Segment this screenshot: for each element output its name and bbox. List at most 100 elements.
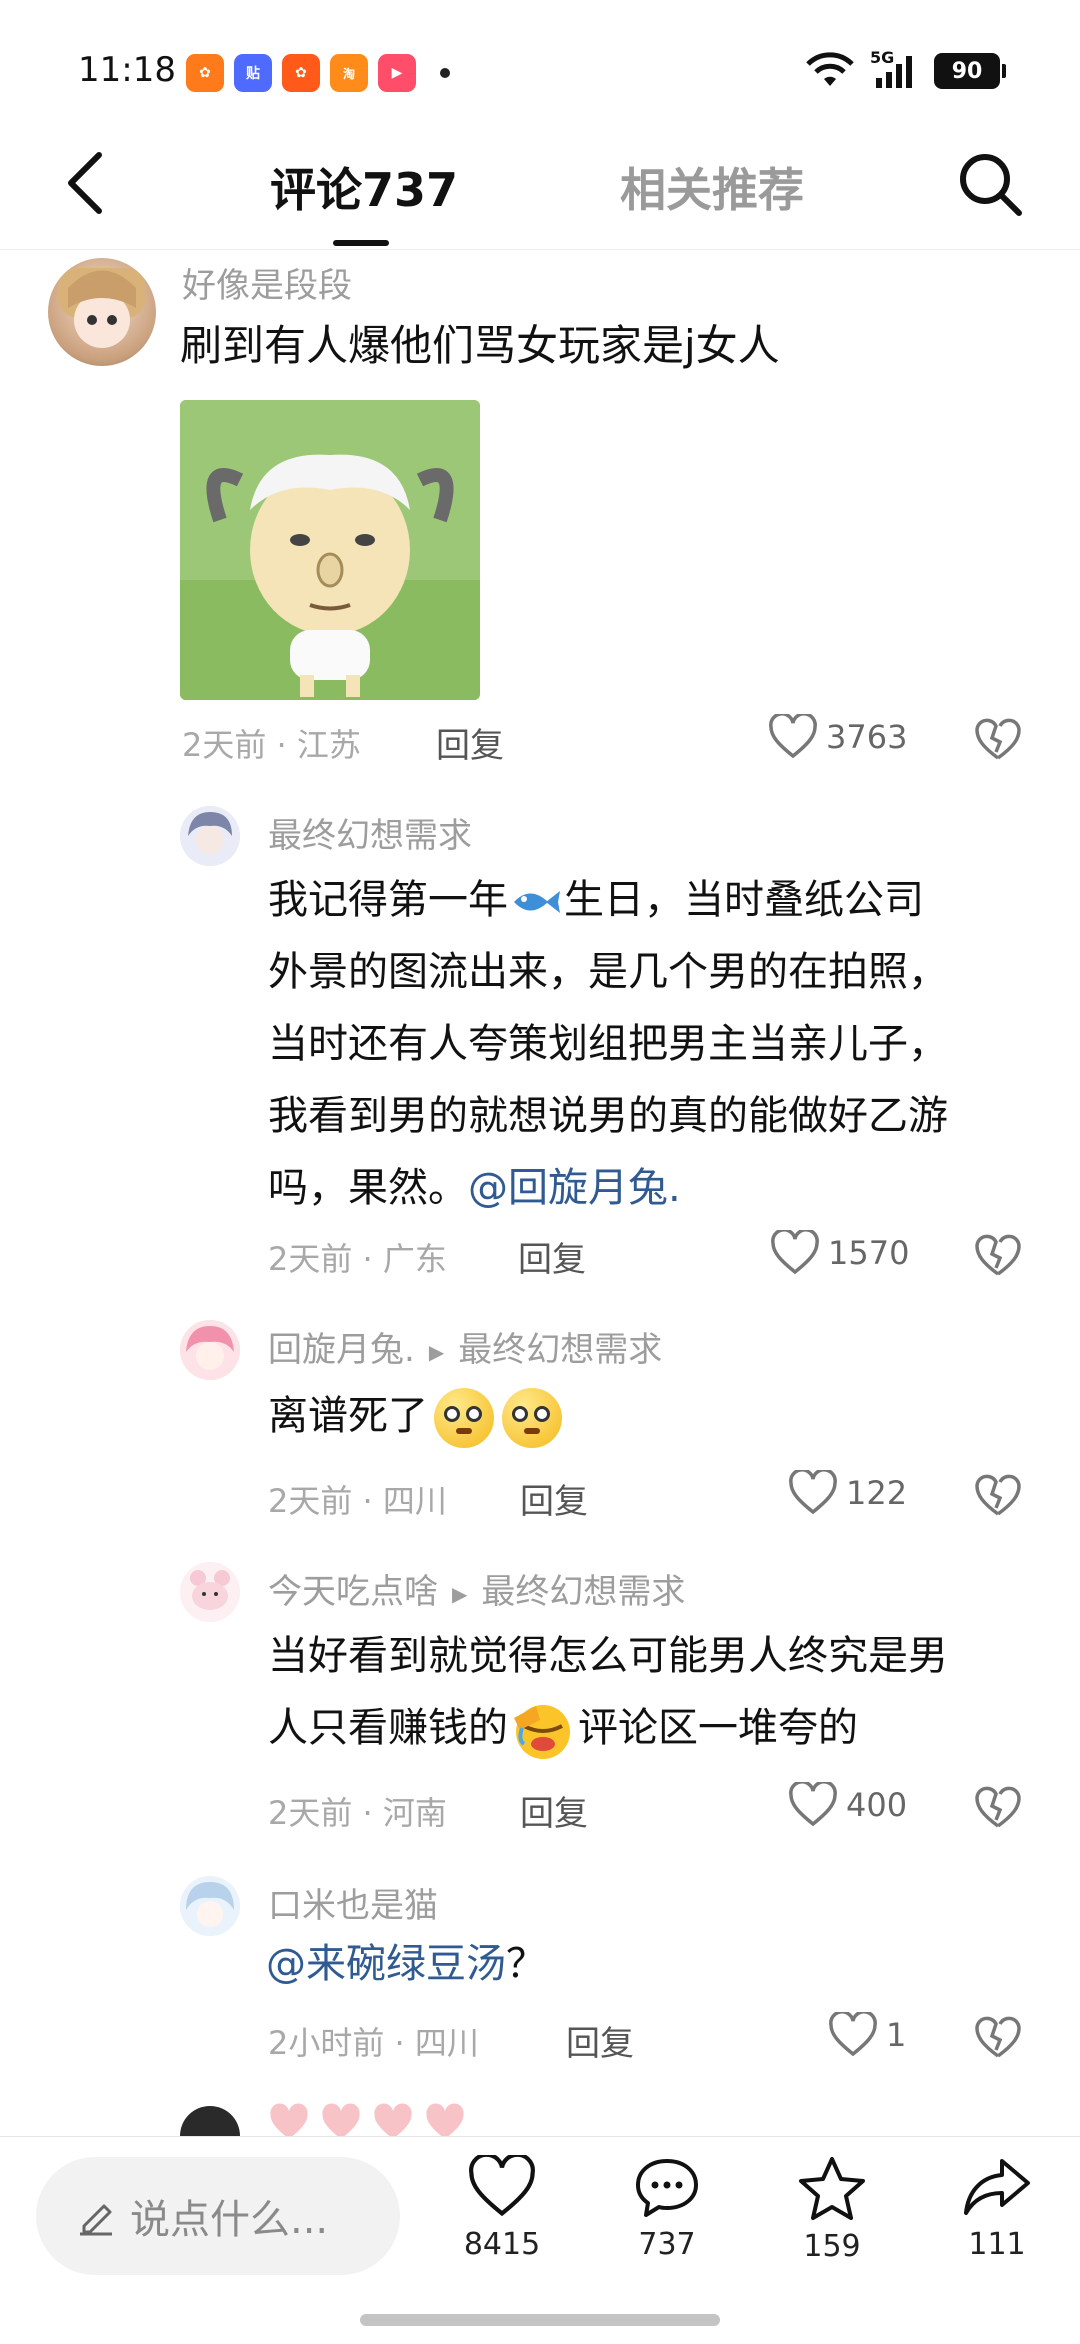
- notification-icons: ✿ 贴 ✿ 淘 ▶: [186, 54, 450, 92]
- like-button[interactable]: 400: [788, 1782, 907, 1828]
- clock: 11:18: [78, 50, 176, 90]
- like-button[interactable]: 122: [788, 1470, 907, 1516]
- comment-line: 吗，果然。: [268, 1165, 468, 1211]
- reply-button[interactable]: 回复: [518, 1232, 586, 1281]
- reply-to-username[interactable]: 最终幻想需求: [481, 1572, 685, 1612]
- like-post-count: 8415: [463, 2227, 541, 2262]
- comment-line: 我看到男的就想说男的真的能做好乙游: [268, 1093, 948, 1139]
- reply-button[interactable]: 回复: [566, 2016, 634, 2065]
- avatar[interactable]: [180, 1876, 240, 1936]
- cellular-signal-icon: 5G: [870, 48, 920, 90]
- broken-heart-icon: [975, 718, 1021, 760]
- comment-input-placeholder: 说点什么...: [130, 2197, 329, 2243]
- comment-bubble-icon: [636, 2159, 698, 2217]
- comment-line: 当时还有人夸策划组把男主当亲儿子，: [268, 1021, 948, 1067]
- comment-text: @来碗绿豆汤？: [266, 1928, 546, 2000]
- facepalm-emoji-icon: [514, 1705, 570, 1759]
- search-button[interactable]: [950, 144, 1030, 224]
- like-count: 1570: [828, 1234, 910, 1272]
- comment-location: 江苏: [296, 726, 361, 764]
- favorite-post-count: 159: [803, 2229, 861, 2264]
- comment-post-count: 737: [638, 2227, 696, 2262]
- reply-arrow-icon: ▶: [452, 1581, 468, 1606]
- comments-header: 评论737 相关推荐: [0, 120, 1080, 250]
- reply-to-username[interactable]: 最终幻想需求: [458, 1330, 662, 1370]
- tab-comments[interactable]: 评论737: [270, 154, 458, 220]
- comment-location: 四川: [382, 1482, 447, 1520]
- comment-post-button[interactable]: 737: [612, 2155, 722, 2262]
- comment-time: 2小时前: [268, 2024, 385, 2062]
- dislike-button[interactable]: [974, 1234, 1022, 1282]
- like-button[interactable]: 3763: [768, 714, 907, 760]
- comment-location: 四川: [414, 2024, 479, 2062]
- like-button[interactable]: 1570: [770, 1230, 909, 1276]
- avatar[interactable]: [48, 258, 156, 366]
- comment-username[interactable]: 最终幻想需求: [268, 808, 472, 857]
- more-notifications-dot: [440, 68, 450, 78]
- comment-username[interactable]: 回旋月兔.: [268, 1330, 415, 1370]
- reply-button[interactable]: 回复: [436, 718, 504, 767]
- like-count: 400: [846, 1786, 908, 1824]
- comment-meta: 2天前 · 广东: [268, 1240, 447, 1278]
- comment-time: 2天前: [268, 1482, 353, 1520]
- comment-time: 2天前: [182, 726, 267, 764]
- comment-username[interactable]: 口米也是猫: [268, 1878, 438, 1927]
- dislike-button[interactable]: [974, 2016, 1022, 2064]
- comment-line: 生日，当时叠纸公司: [564, 877, 924, 923]
- comment-meta: 2天前 · 四川: [268, 1482, 447, 1520]
- dazed-emoji-icon: [502, 1388, 562, 1448]
- heart-icon: [771, 1230, 819, 1275]
- like-post-button[interactable]: 8415: [447, 2155, 557, 2262]
- comment-time: 2天前: [268, 1240, 353, 1278]
- comment-line: 评论区一堆夸的: [578, 1705, 858, 1751]
- battery-level: 90: [951, 58, 983, 84]
- battery-icon: 90: [934, 53, 1006, 89]
- comment-meta: 2小时前 · 四川: [268, 2024, 479, 2062]
- like-count: 122: [846, 1474, 908, 1512]
- back-button[interactable]: [50, 148, 120, 218]
- comment-username[interactable]: 好像是段段: [182, 258, 352, 307]
- comment-line: 外景的图流出来，是几个男的在拍照，: [268, 949, 948, 995]
- broken-heart-icon: [975, 1786, 1021, 1828]
- comment-username[interactable]: 今天吃点啥: [268, 1572, 438, 1612]
- tab-related-recommendations[interactable]: 相关推荐: [620, 154, 804, 220]
- share-post-button[interactable]: 111: [942, 2155, 1052, 2262]
- avatar[interactable]: [180, 1562, 240, 1622]
- home-indicator[interactable]: [360, 2314, 720, 2326]
- comment-input[interactable]: 说点什么...: [36, 2157, 400, 2275]
- comment-image[interactable]: [180, 400, 480, 700]
- star-icon: [799, 2157, 865, 2220]
- mention-link[interactable]: @回旋月兔.: [468, 1165, 681, 1211]
- bottom-action-bar: 说点什么... 8415 737 159 111: [0, 2136, 1080, 2344]
- comment-text: 当好看到就觉得怎么可能男人终究是男 人只看赚钱的 评论区一堆夸的: [268, 1620, 1048, 1764]
- avatar[interactable]: [180, 1320, 240, 1380]
- broken-heart-icon: [975, 1474, 1021, 1516]
- tieba-icon: 贴: [234, 54, 272, 92]
- like-count: 1: [886, 2016, 907, 2054]
- favorite-post-button[interactable]: 159: [777, 2155, 887, 2264]
- comment-line: 我记得第一年: [268, 877, 508, 923]
- fish-emoji-icon: [514, 891, 560, 913]
- comment-username-thread: 回旋月兔. ▶ 最终幻想需求: [268, 1322, 662, 1371]
- search-icon: [960, 154, 1022, 216]
- status-bar: 11:18 ✿ 贴 ✿ 淘 ▶ 5G 90: [0, 0, 1080, 120]
- reply-button[interactable]: 回复: [520, 1474, 588, 1523]
- dislike-button[interactable]: [974, 718, 1022, 766]
- heart-icon: [789, 1782, 837, 1827]
- like-button[interactable]: 1: [828, 2012, 906, 2058]
- active-tab-indicator: [333, 240, 389, 246]
- taobao-flash-icon: 淘: [330, 54, 368, 92]
- comment-text: 刷到有人爆他们骂女玩家是j女人: [180, 321, 780, 370]
- dislike-button[interactable]: [974, 1786, 1022, 1834]
- comment-line: 人只看赚钱的: [268, 1705, 508, 1751]
- comment-line: 当好看到就觉得怎么可能男人终究是男: [268, 1633, 948, 1679]
- mention-link[interactable]: @来碗绿豆汤: [266, 1941, 506, 1987]
- avatar[interactable]: [180, 806, 240, 866]
- comment-meta: 2天前 · 江苏: [182, 726, 361, 764]
- dislike-button[interactable]: [974, 1474, 1022, 1522]
- like-count: 3763: [826, 718, 908, 756]
- comment-text: 我记得第一年 生日，当时叠纸公司 外景的图流出来，是几个男的在拍照， 当时还有人夸…: [268, 864, 1048, 1224]
- reply-button[interactable]: 回复: [520, 1786, 588, 1835]
- share-post-count: 111: [968, 2227, 1026, 2262]
- video-app-icon: ▶: [378, 54, 416, 92]
